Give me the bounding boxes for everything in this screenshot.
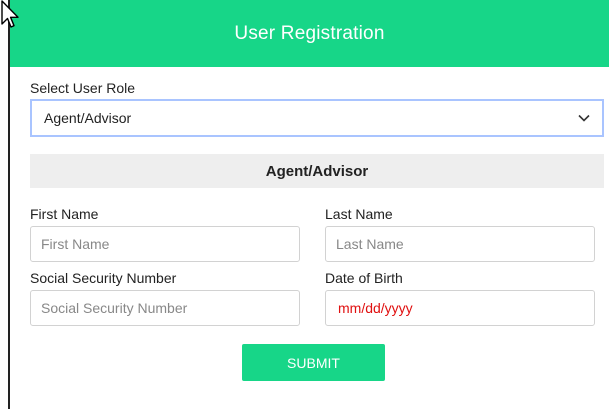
mouse-cursor-icon (1, 0, 19, 28)
section-header: Agent/Advisor (30, 154, 604, 188)
role-label: Select User Role (30, 80, 136, 96)
ssn-label: Social Security Number (30, 270, 177, 286)
ssn-input[interactable] (30, 290, 300, 326)
dob-label: Date of Birth (325, 270, 403, 286)
role-select[interactable]: Agent/Advisor (30, 99, 604, 137)
role-select-value: Agent/Advisor (44, 110, 132, 126)
page-title: User Registration (234, 22, 385, 44)
header-bar: User Registration (10, 0, 609, 67)
registration-window: User Registration Select User Role Agent… (8, 0, 609, 409)
section-title: Agent/Advisor (265, 162, 369, 180)
chevron-down-icon (578, 114, 590, 122)
last-name-input[interactable] (325, 226, 595, 262)
first-name-input[interactable] (30, 226, 300, 262)
last-name-label: Last Name (325, 206, 393, 222)
submit-button[interactable]: SUBMIT (242, 344, 385, 381)
first-name-label: First Name (30, 206, 99, 222)
dob-input[interactable]: mm/dd/yyyy (325, 290, 595, 326)
dob-placeholder: mm/dd/yyyy (338, 300, 413, 316)
